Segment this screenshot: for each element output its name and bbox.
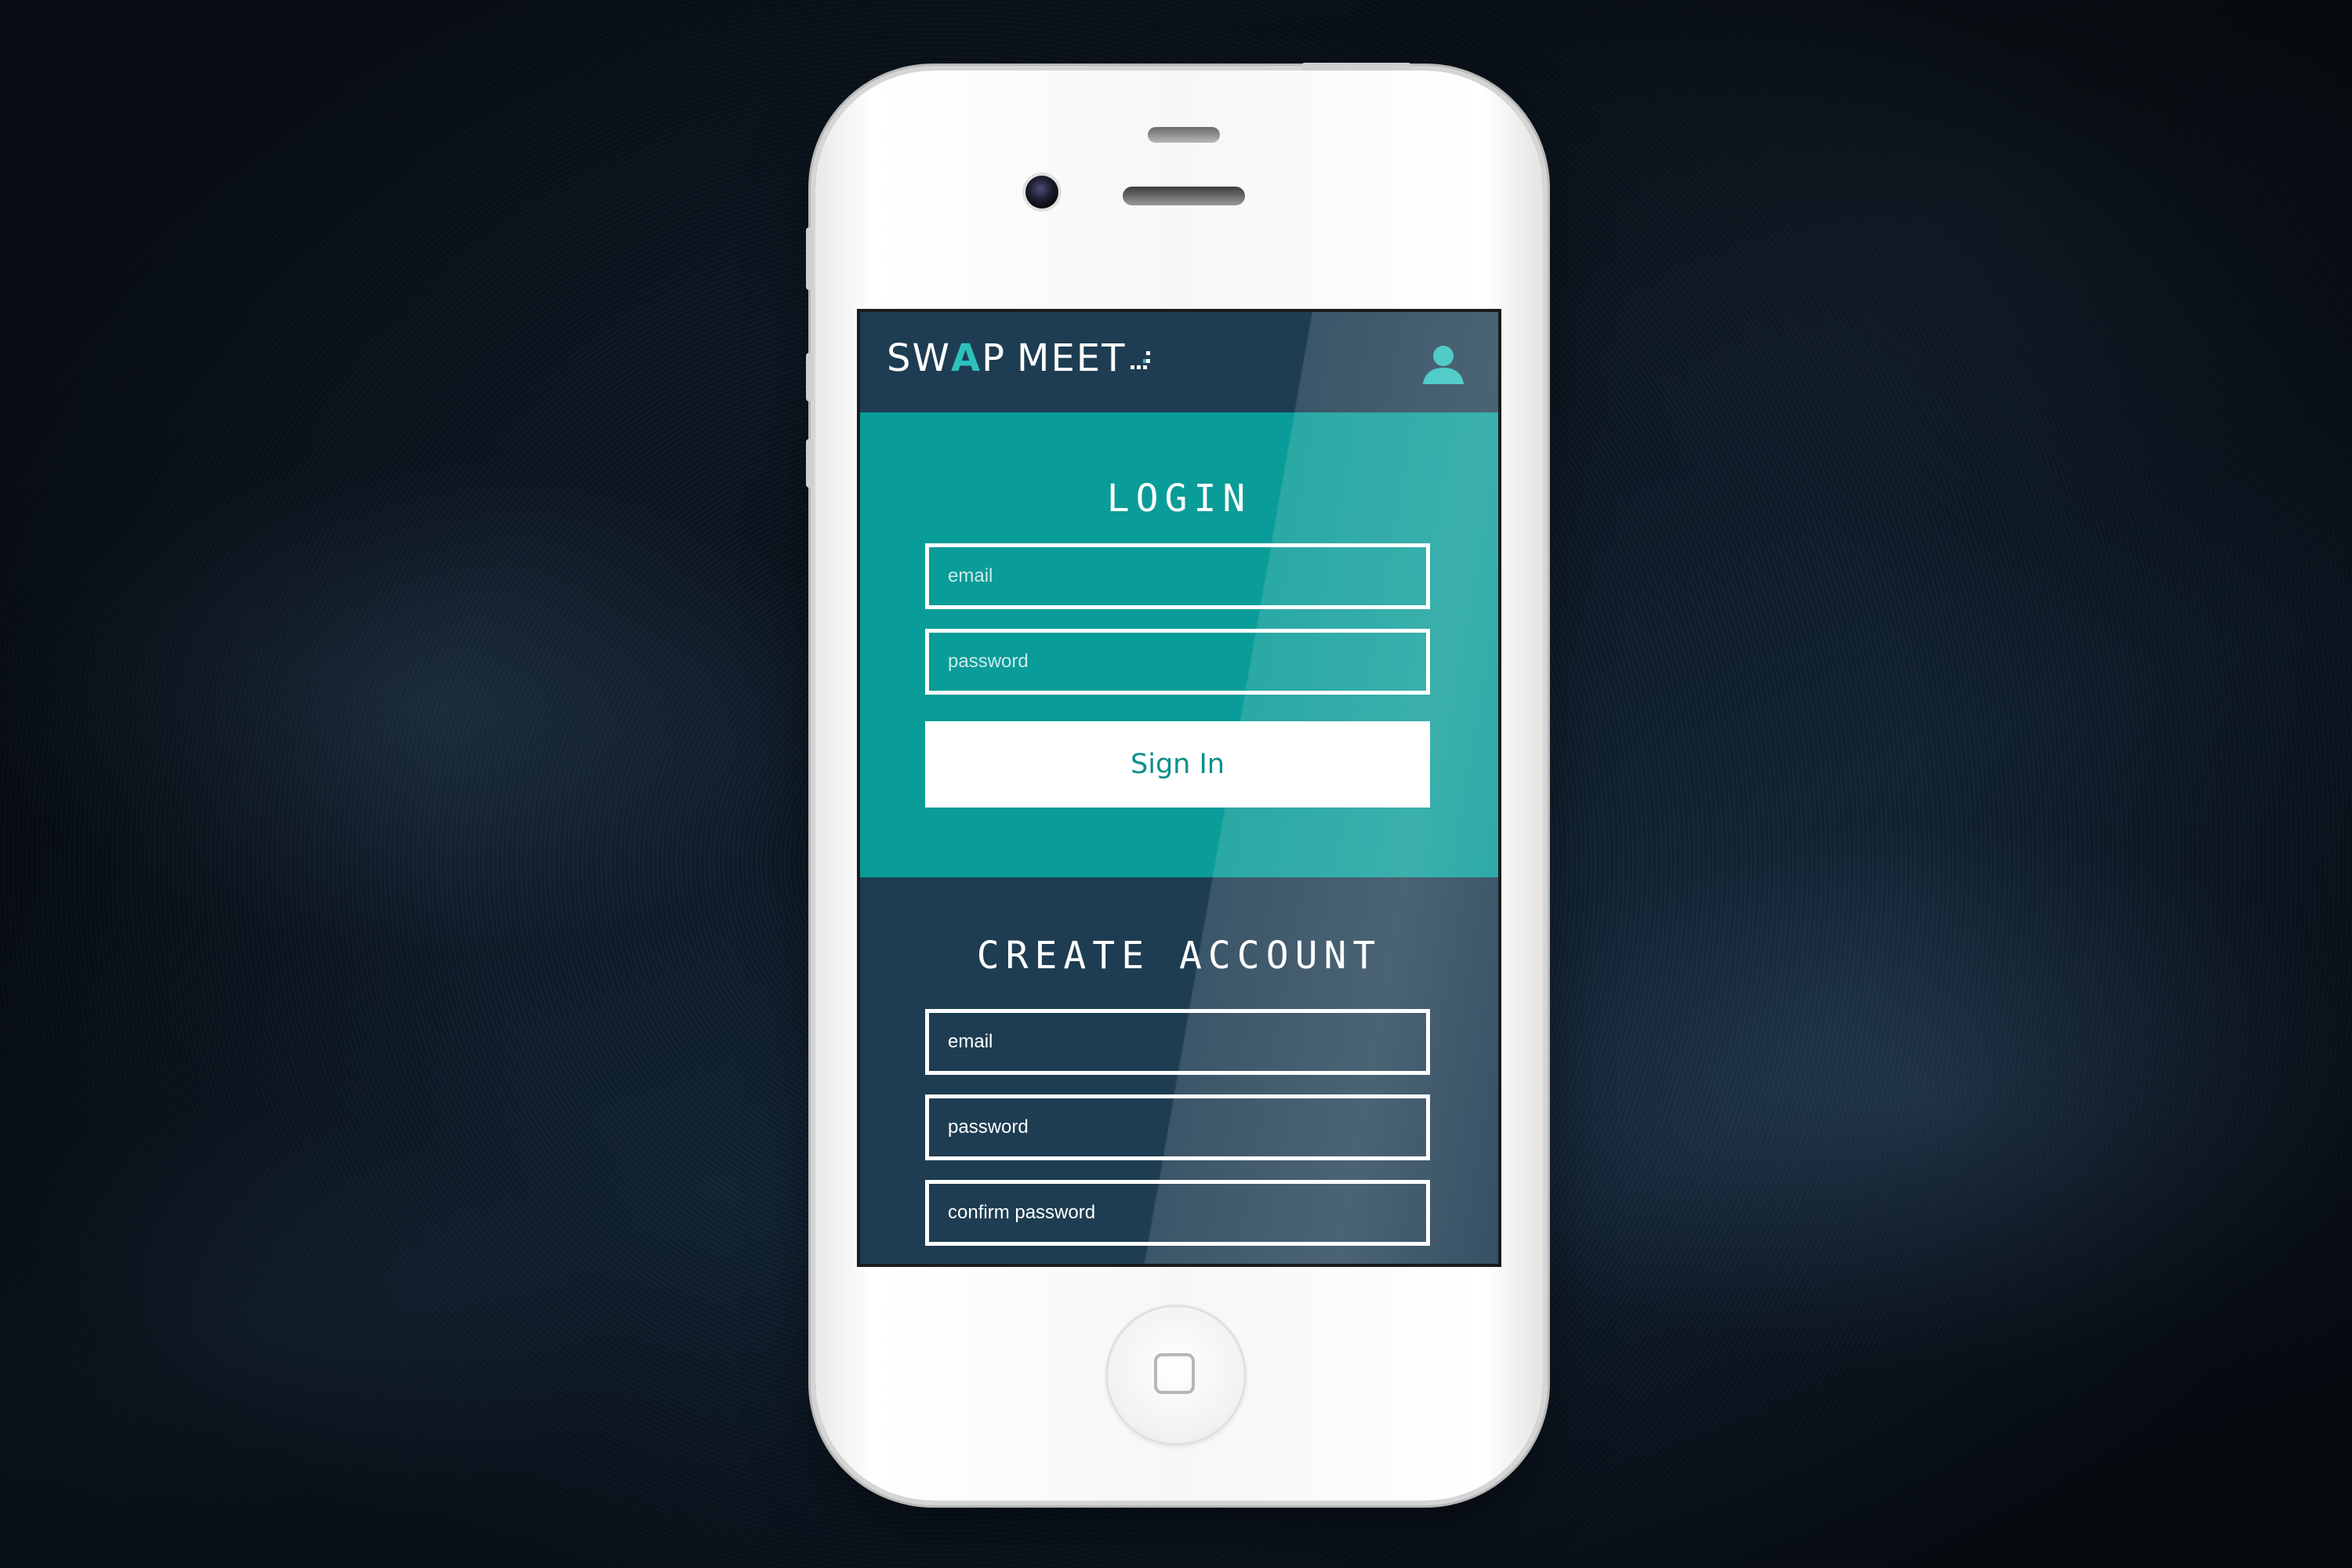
app-header: SW A P MEET <box>860 312 1498 412</box>
confirm-password-input[interactable] <box>925 1180 1430 1246</box>
user-icon[interactable] <box>1420 342 1467 386</box>
home-button-icon <box>1154 1353 1195 1394</box>
volume-up-button <box>806 353 814 401</box>
logo-text-accent: A <box>950 336 982 380</box>
logo-dots-icon <box>1131 348 1151 372</box>
login-title: LOGIN <box>1106 477 1252 521</box>
camera-icon <box>1025 176 1058 209</box>
swap-meet-logo: SW A P MEET <box>887 331 1151 386</box>
phone-screen: SWAPMEET LOGIN Sig <box>860 312 1498 1264</box>
create-email-input[interactable] <box>925 1009 1430 1075</box>
logo-text-part1: SW <box>887 336 951 380</box>
logo-text-part3: MEET <box>1017 336 1127 380</box>
mute-switch <box>806 227 814 290</box>
login-password-input[interactable] <box>925 629 1430 695</box>
speaker-icon <box>1148 127 1220 143</box>
home-button[interactable] <box>1105 1305 1247 1446</box>
sign-in-button[interactable]: Sign In <box>925 721 1430 808</box>
create-account-title: CREATE ACCOUNT <box>976 934 1382 978</box>
volume-down-button <box>806 439 814 488</box>
logo-text-part2: P <box>982 336 1007 380</box>
create-account-section: CREATE ACCOUNT <box>860 877 1498 1264</box>
earpiece-speaker <box>1123 187 1245 205</box>
create-password-input[interactable] <box>925 1094 1430 1160</box>
power-button <box>1301 63 1411 71</box>
login-email-input[interactable] <box>925 543 1430 609</box>
phone-device: SWAPMEET LOGIN Sig <box>806 63 1543 1501</box>
login-section: LOGIN Sign In <box>860 412 1498 877</box>
